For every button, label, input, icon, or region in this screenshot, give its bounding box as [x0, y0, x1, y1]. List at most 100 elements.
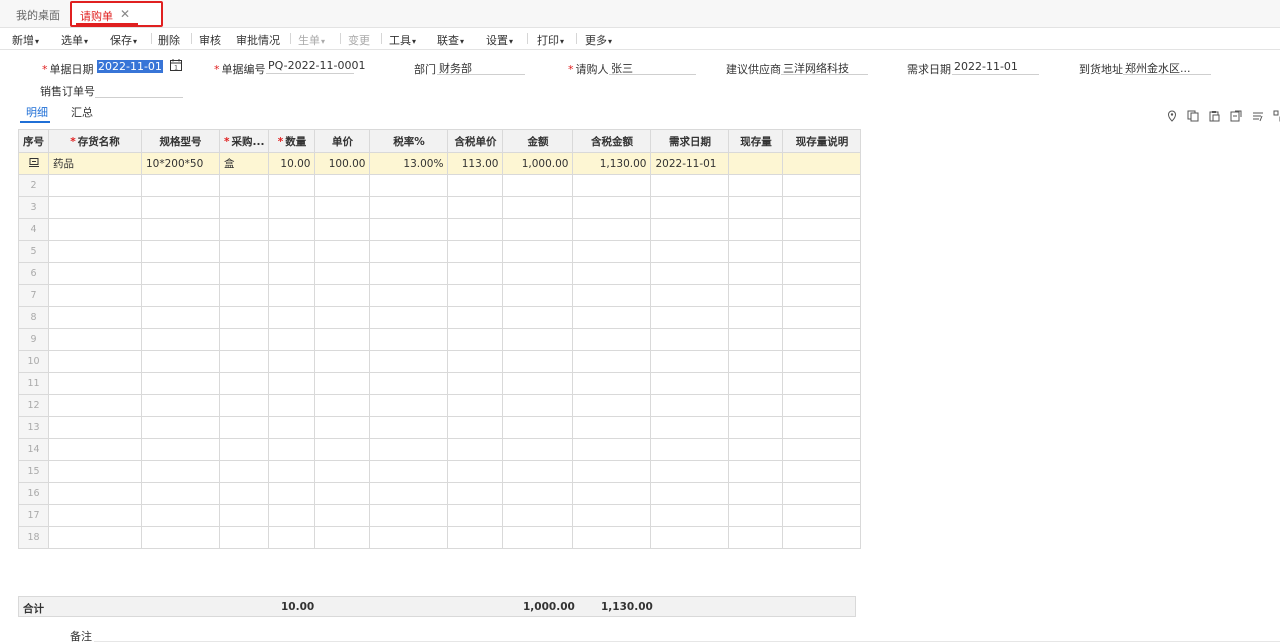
grid-cell[interactable]	[314, 174, 371, 197]
grid-cell[interactable]	[502, 504, 574, 527]
grid-cell[interactable]	[48, 306, 142, 329]
grid-cell[interactable]	[782, 350, 862, 373]
cell-spec[interactable]: 10*200*50	[141, 152, 220, 175]
grid-cell[interactable]	[268, 174, 316, 197]
remark-field[interactable]	[94, 641, 1280, 642]
grid-cell[interactable]	[268, 284, 316, 307]
grid-cell[interactable]	[572, 504, 652, 527]
grid-cell[interactable]	[650, 262, 730, 285]
grid-cell[interactable]	[218, 328, 270, 351]
grid-cell[interactable]	[782, 416, 862, 439]
grid-cell[interactable]	[218, 438, 270, 461]
grid-cell[interactable]	[728, 196, 784, 219]
grid-cell[interactable]	[728, 306, 784, 329]
grid-cell[interactable]	[268, 218, 316, 241]
grid-cell[interactable]	[782, 460, 862, 483]
grid-cell[interactable]	[502, 526, 574, 549]
grid-cell[interactable]	[48, 372, 142, 395]
grid-cell[interactable]	[141, 306, 220, 329]
grid-cell[interactable]	[369, 460, 449, 483]
grid-cell[interactable]	[141, 438, 220, 461]
grid-cell[interactable]	[141, 460, 220, 483]
grid-cell[interactable]	[782, 196, 862, 219]
grid-cell[interactable]	[314, 196, 371, 219]
col-header-qty[interactable]: * 数量	[268, 129, 316, 153]
grid-cell[interactable]	[572, 350, 652, 373]
grid-cell[interactable]	[48, 394, 142, 417]
grid-cell[interactable]	[48, 218, 142, 241]
select-doc-button[interactable]: 选单▾	[61, 32, 88, 48]
grid-cell[interactable]	[650, 482, 730, 505]
paste-row-icon[interactable]	[1208, 110, 1220, 122]
col-header-purchase-unit[interactable]: * 采购...	[218, 129, 270, 153]
grid-cell[interactable]	[268, 240, 316, 263]
grid-cell[interactable]	[728, 284, 784, 307]
approval-status-button[interactable]: 审批情况	[236, 32, 280, 48]
grid-cell[interactable]	[447, 372, 504, 395]
grid-cell[interactable]	[314, 284, 371, 307]
col-header-spec[interactable]: 规格型号	[141, 129, 220, 153]
table-row[interactable]: 15	[18, 460, 862, 483]
grid-cell[interactable]	[141, 240, 220, 263]
grid-cell[interactable]	[650, 350, 730, 373]
grid-cell[interactable]	[218, 284, 270, 307]
delete-button[interactable]: 删除	[158, 32, 180, 48]
grid-cell[interactable]	[369, 504, 449, 527]
grid-cell[interactable]	[369, 284, 449, 307]
grid-cell[interactable]	[650, 394, 730, 417]
grid-cell[interactable]	[141, 504, 220, 527]
grid-cell[interactable]	[782, 504, 862, 527]
grid-cell[interactable]	[141, 328, 220, 351]
grid-cell[interactable]	[268, 372, 316, 395]
tab-detail[interactable]: 明细	[26, 104, 48, 120]
grid-cell[interactable]	[314, 416, 371, 439]
grid-cell[interactable]	[369, 438, 449, 461]
grid-cell[interactable]	[48, 328, 142, 351]
grid-cell[interactable]	[728, 438, 784, 461]
cell-stock[interactable]	[728, 152, 784, 175]
grid-cell[interactable]	[782, 372, 862, 395]
grid-cell[interactable]	[572, 482, 652, 505]
table-row[interactable]: 6	[18, 262, 862, 285]
grid-cell[interactable]	[218, 174, 270, 197]
grid-cell[interactable]	[447, 438, 504, 461]
grid-cell[interactable]	[572, 394, 652, 417]
grid-cell[interactable]	[447, 482, 504, 505]
grid-cell[interactable]	[502, 174, 574, 197]
location-icon[interactable]	[1166, 110, 1178, 122]
grid-cell[interactable]	[314, 504, 371, 527]
grid-cell[interactable]	[48, 240, 142, 263]
grid-cell[interactable]	[782, 240, 862, 263]
doc-date-field[interactable]: 2022-11-01	[95, 60, 165, 75]
grid-cell[interactable]	[650, 196, 730, 219]
grid-cell[interactable]	[141, 416, 220, 439]
cell-tax-price[interactable]: 113.00	[447, 152, 504, 175]
grid-cell[interactable]	[782, 284, 862, 307]
print-button[interactable]: 打印▾	[537, 32, 564, 48]
grid-cell[interactable]	[218, 262, 270, 285]
table-row[interactable]: 14	[18, 438, 862, 461]
grid-cell[interactable]	[650, 218, 730, 241]
grid-cell[interactable]	[572, 306, 652, 329]
grid-cell[interactable]	[48, 262, 142, 285]
grid-cell[interactable]	[48, 174, 142, 197]
cell-item-name[interactable]: 药品	[48, 152, 142, 175]
table-row[interactable]: 2	[18, 174, 862, 197]
grid-cell[interactable]	[728, 460, 784, 483]
grid-cell[interactable]	[369, 526, 449, 549]
grid-cell[interactable]	[314, 240, 371, 263]
grid-cell[interactable]	[728, 240, 784, 263]
table-row[interactable]: 9	[18, 328, 862, 351]
grid-cell[interactable]	[782, 482, 862, 505]
grid-cell[interactable]	[782, 438, 862, 461]
grid-cell[interactable]	[369, 262, 449, 285]
grid-cell[interactable]	[218, 416, 270, 439]
grid-cell[interactable]	[314, 394, 371, 417]
grid-cell[interactable]	[728, 526, 784, 549]
grid-cell[interactable]	[369, 218, 449, 241]
grid-cell[interactable]	[141, 372, 220, 395]
grid-cell[interactable]	[141, 196, 220, 219]
supplier-field[interactable]: 三洋网络科技	[781, 60, 868, 75]
grid-cell[interactable]	[268, 262, 316, 285]
more-tools-icon[interactable]	[1273, 110, 1280, 122]
